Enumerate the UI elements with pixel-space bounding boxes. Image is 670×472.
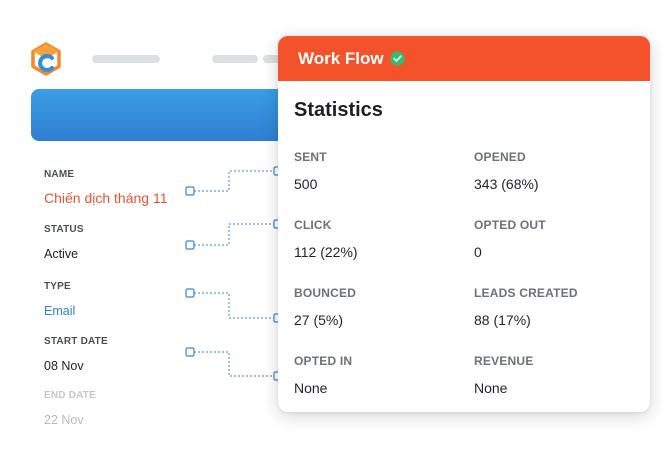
status-field: STATUS Active: [44, 224, 84, 261]
stat-value: 500: [294, 176, 318, 192]
stat-value: 0: [474, 244, 482, 260]
start-date-label: START DATE: [44, 336, 108, 347]
stat-opted-in: OPTED IN None: [294, 354, 352, 396]
connector-node: [185, 288, 195, 298]
stat-label: LEADS CREATED: [474, 286, 578, 300]
nav-placeholder-2: [212, 55, 258, 63]
type-label: TYPE: [44, 281, 71, 292]
connector-node: [185, 240, 195, 250]
name-field: NAME Chiến dịch tháng 11: [44, 169, 168, 206]
stat-bounced: BOUNCED 27 (5%): [294, 286, 356, 328]
type-field: TYPE Email: [44, 281, 75, 318]
stat-value: 88 (17%): [474, 312, 531, 328]
workflow-card: Work Flow Statistics SENT 500 OPENED 343…: [278, 36, 650, 412]
stat-label: OPTED IN: [294, 354, 353, 368]
stat-label: OPTED OUT: [474, 218, 546, 232]
name-label: NAME: [44, 169, 75, 180]
stat-label: BOUNCED: [294, 286, 357, 300]
stat-click: CLICK 112 (22%): [294, 218, 358, 260]
card-header: Work Flow: [278, 36, 650, 81]
stat-opted-out: OPTED OUT 0: [474, 218, 546, 260]
brand-logo-icon: [31, 42, 61, 76]
stat-value: None: [294, 380, 328, 396]
end-date-field: END DATE 22 Nov: [44, 390, 96, 427]
card-title: Work Flow: [298, 48, 384, 68]
stat-revenue: REVENUE None: [474, 354, 533, 396]
end-date-value[interactable]: 22 Nov: [44, 413, 96, 427]
stats-title: Statistics: [294, 99, 383, 121]
end-date-label: END DATE: [44, 390, 96, 401]
stat-value: 112 (22%): [294, 244, 358, 260]
start-date-value[interactable]: 08 Nov: [44, 359, 108, 373]
stat-label: SENT: [294, 150, 327, 164]
status-value[interactable]: Active: [44, 247, 84, 261]
check-circle-icon: [390, 51, 405, 66]
nav-placeholder-1: [92, 55, 160, 63]
stat-value: None: [474, 380, 508, 396]
start-date-field: START DATE 08 Nov: [44, 336, 108, 373]
stat-label: CLICK: [294, 218, 332, 232]
stat-leads-created: LEADS CREATED 88 (17%): [474, 286, 578, 328]
status-label: STATUS: [44, 224, 84, 235]
stat-sent: SENT 500: [294, 150, 327, 192]
connector-node: [185, 186, 195, 196]
stat-value: 343 (68%): [474, 176, 539, 192]
stat-label: OPENED: [474, 150, 526, 164]
stat-value: 27 (5%): [294, 312, 344, 328]
type-value[interactable]: Email: [44, 304, 75, 318]
connector-node: [185, 347, 195, 357]
stat-label: REVENUE: [474, 354, 534, 368]
stat-opened: OPENED 343 (68%): [474, 150, 539, 192]
name-value[interactable]: Chiến dịch tháng 11: [44, 190, 168, 206]
